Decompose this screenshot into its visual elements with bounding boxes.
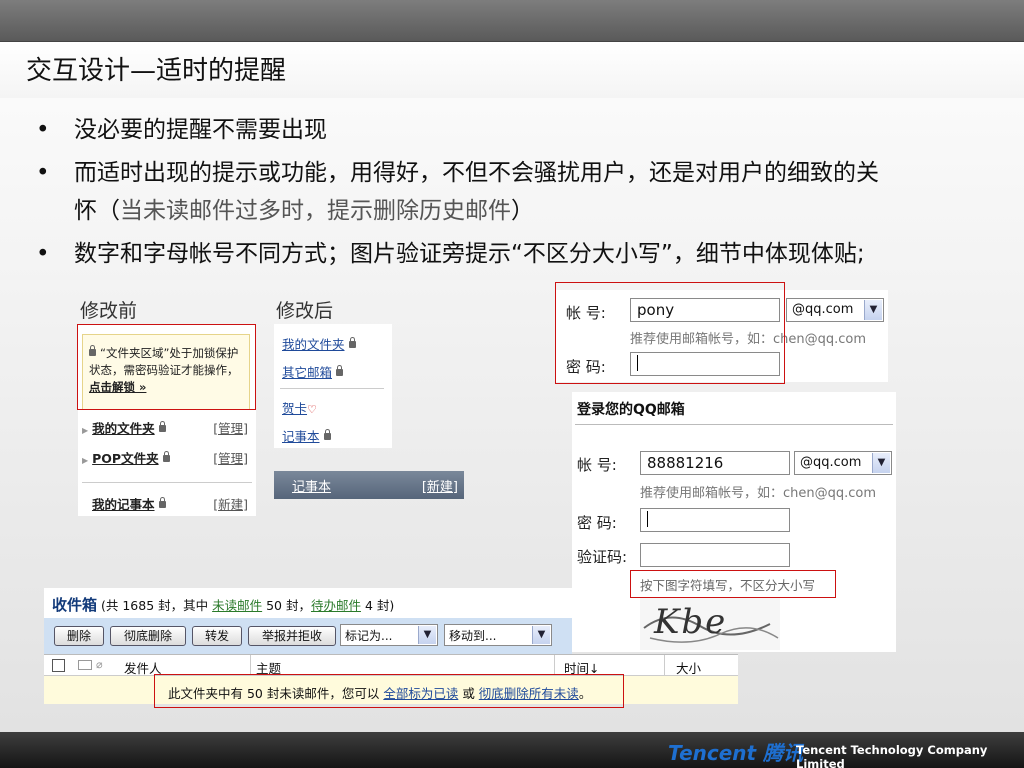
after-panel: 我的文件夹 其它邮箱 贺卡♡ 记事本: [274, 324, 392, 448]
folder-row: ▶ 我的文件夹 [管理]: [82, 418, 252, 437]
move-to-select[interactable]: 移动到... ▼: [444, 624, 552, 646]
before-label: 修改前: [80, 300, 138, 322]
captcha-label: 验证码:: [577, 548, 628, 566]
lock-icon: [158, 497, 166, 508]
divider: [280, 388, 384, 389]
triangle-icon: ▶: [82, 426, 89, 435]
slide-title: 交互设计—适时的提醒: [26, 56, 287, 86]
inbox-summary: 收件箱 (共 1685 封，其中 未读邮件 50 封，待办邮件 4 封): [52, 596, 395, 614]
lock-icon: [162, 451, 170, 462]
top-bar: [0, 0, 1024, 42]
new-note-link[interactable]: [新建]: [422, 476, 458, 495]
permanent-delete-button[interactable]: 彻底删除: [110, 626, 186, 646]
heart-icon: ♡: [307, 403, 317, 416]
account-label: 帐 号:: [577, 456, 617, 474]
login-title: 登录您的QQ邮箱: [577, 402, 685, 418]
bullet-item: 没必要的提醒不需要出现: [36, 110, 996, 150]
manage-link[interactable]: [管理]: [213, 448, 248, 467]
other-mailbox-link[interactable]: 其它邮箱: [282, 365, 332, 380]
notes-bar: 记事本 [新建]: [274, 471, 464, 499]
inbox-table-header: ⌀ 发件人 主题 时间↓ 大小: [44, 654, 738, 677]
todo-link[interactable]: 待办邮件: [311, 598, 361, 613]
folder-row: 我的记事本 [新建]: [92, 494, 252, 513]
highlight-box: [154, 674, 624, 708]
account-hint: 推荐使用邮箱帐号，如：chen@qq.com: [640, 486, 877, 501]
bullet-list: 没必要的提醒不需要出现 而适时出现的提示或功能，用得好，不但不会骚扰用户，还是对…: [36, 110, 996, 278]
divider: [82, 482, 252, 483]
login-big-panel: 登录您的QQ邮箱 帐 号: 88881216 @qq.com ▼ 推荐使用邮箱帐号…: [572, 392, 896, 652]
tencent-logo: Tencent 腾讯: [668, 741, 804, 765]
after-label: 修改后: [276, 300, 334, 322]
new-note-link[interactable]: [新建]: [213, 494, 248, 513]
lock-icon: [158, 421, 166, 432]
highlight-box: [555, 282, 785, 384]
account-input[interactable]: 88881216: [640, 451, 790, 475]
domain-select[interactable]: @qq.com ▼: [786, 298, 884, 322]
captcha-image[interactable]: Kbe: [640, 598, 780, 650]
mark-as-select[interactable]: 标记为... ▼: [340, 624, 438, 646]
column-size[interactable]: 大小: [676, 658, 701, 677]
password-input[interactable]: [640, 508, 790, 532]
bullet-item: 数字和字母帐号不同方式；图片验证旁提示“不区分大小写”，细节中体现体贴;: [36, 234, 996, 274]
manage-link[interactable]: [管理]: [213, 418, 248, 437]
triangle-icon: ▶: [82, 456, 89, 465]
lock-icon: [336, 365, 344, 376]
lock-icon: [348, 337, 356, 348]
captcha-input[interactable]: [640, 543, 790, 567]
notes-bar-label[interactable]: 记事本: [292, 476, 331, 495]
highlight-box: [630, 570, 836, 598]
company-name: Tencent Technology Company Limited: [796, 743, 988, 768]
chevron-down-icon: ▼: [418, 626, 436, 644]
unread-link[interactable]: 未读邮件: [212, 598, 262, 613]
my-folders-link[interactable]: 我的文件夹: [92, 421, 155, 436]
chevron-down-icon: ▼: [864, 300, 882, 320]
notes-link[interactable]: 我的记事本: [92, 497, 155, 512]
captcha-text: Kbe: [654, 602, 728, 642]
chevron-down-icon: ▼: [532, 626, 550, 644]
mail-icon: [78, 660, 92, 670]
attachment-icon: ⌀: [96, 658, 103, 671]
highlight-box: [77, 324, 256, 410]
pop-folders-link[interactable]: POP文件夹: [92, 451, 158, 466]
greeting-card-link[interactable]: 贺卡: [282, 401, 307, 416]
inbox-title: 收件箱: [52, 596, 98, 614]
my-folders-link[interactable]: 我的文件夹: [282, 337, 345, 352]
lock-icon: [323, 429, 331, 440]
delete-button[interactable]: 删除: [54, 626, 104, 646]
select-all-checkbox[interactable]: [52, 659, 65, 672]
divider: [575, 424, 893, 425]
report-reject-button[interactable]: 举报并拒收: [248, 626, 336, 646]
column-divider: [664, 655, 665, 677]
folder-row: ▶ POP文件夹 [管理]: [82, 448, 252, 467]
domain-select[interactable]: @qq.com ▼: [794, 451, 892, 475]
forward-button[interactable]: 转发: [192, 626, 242, 646]
password-label: 密 码:: [577, 514, 617, 532]
notes-link[interactable]: 记事本: [282, 429, 320, 444]
chevron-down-icon: ▼: [872, 453, 890, 473]
bullet-item: 而适时出现的提示或功能，用得好，不但不会骚扰用户，还是对用户的细致的关 怀（当未…: [36, 154, 996, 230]
